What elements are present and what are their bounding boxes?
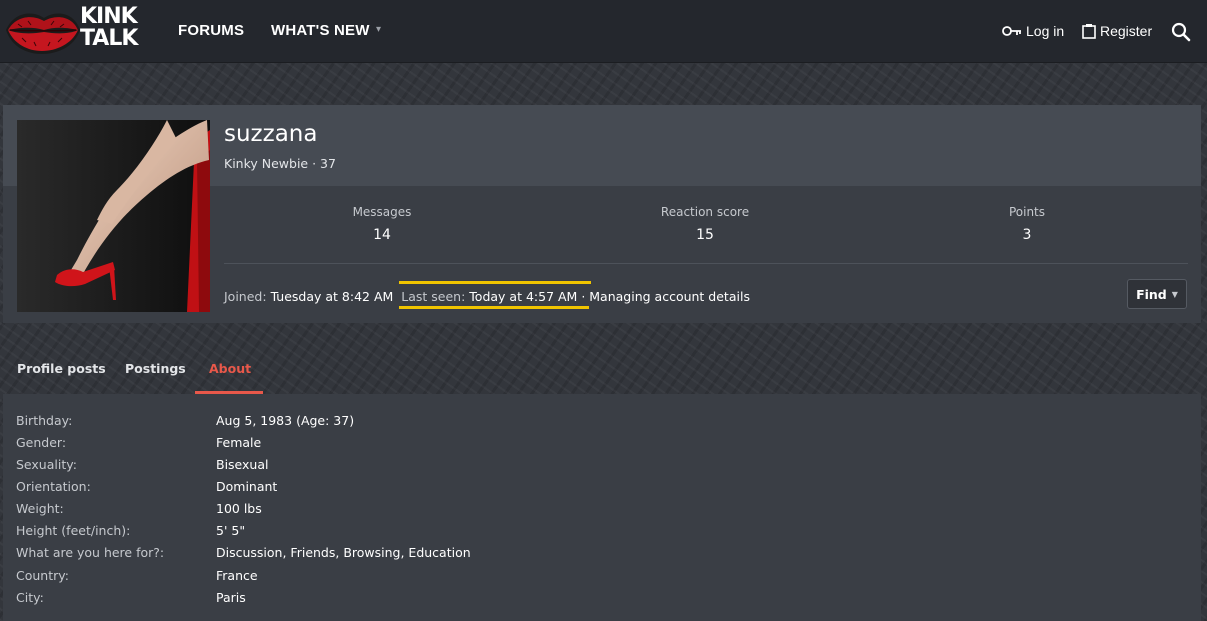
tab-postings[interactable]: Postings	[125, 361, 186, 376]
row-label: Gender:	[16, 435, 67, 450]
last-seen-label: Last seen:	[401, 289, 466, 304]
chevron-down-icon: ▼	[1171, 289, 1178, 299]
divider	[224, 263, 1188, 264]
last-seen-value: Today at 4:57 AM	[469, 289, 578, 304]
stat-label: Points	[1008, 205, 1046, 219]
search-icon[interactable]	[1171, 22, 1191, 42]
register-label: Register	[1100, 23, 1153, 39]
username: suzzana	[224, 121, 318, 147]
logo-wordmark: KINK TALK	[80, 4, 138, 51]
stat-value: 14	[373, 227, 391, 243]
login-label: Log in	[1026, 23, 1065, 39]
row-label: Height (feet/inch):	[16, 523, 131, 538]
tab-profile-posts[interactable]: Profile posts	[17, 361, 106, 376]
avatar[interactable]	[17, 120, 210, 312]
nav-forums[interactable]: FORUMS	[178, 22, 244, 39]
chevron-down-icon[interactable]: ▾	[376, 24, 381, 35]
highlight-underline-bottom	[399, 306, 589, 309]
register-link[interactable]: Register	[1082, 23, 1152, 39]
row-value: 100 lbs	[216, 501, 262, 516]
key-icon	[1002, 26, 1021, 36]
find-label: Find	[1136, 286, 1167, 302]
stat-label: Messages	[352, 205, 412, 219]
stat-value: 15	[696, 227, 714, 243]
stat-reaction-score[interactable]: Reaction score 15	[635, 205, 775, 243]
row-label: Weight:	[16, 501, 64, 516]
row-value: Female	[216, 435, 262, 450]
clipboard-icon	[1082, 24, 1096, 39]
stat-points[interactable]: Points 3	[957, 205, 1097, 243]
row-label: What are you here for?:	[16, 545, 165, 560]
find-button[interactable]: Find ▼	[1127, 279, 1187, 309]
tab-about[interactable]: About	[209, 361, 251, 376]
profile-card: suzzana Kinky Newbie · 37 Messages 14 Re…	[3, 105, 1201, 323]
activity-status: · Managing account details	[581, 289, 750, 304]
row-label: Sexuality:	[16, 457, 77, 472]
joined-last-seen-line: Joined: Tuesday at 8:42 AM Last seen: To…	[224, 289, 750, 304]
row-value: Bisexual	[216, 457, 269, 472]
stat-label: Reaction score	[660, 205, 750, 219]
login-link[interactable]: Log in	[1002, 23, 1064, 39]
top-navigation-bar: KINK TALK FORUMS WHAT'S NEW ▾ Log in Reg…	[0, 0, 1207, 63]
profile-tabs: Profile posts Postings About	[0, 344, 1207, 394]
stat-messages[interactable]: Messages 14	[312, 205, 452, 243]
highlight-underline-top	[399, 281, 591, 284]
row-label: Orientation:	[16, 479, 91, 494]
row-value: Paris	[216, 590, 246, 605]
joined-label: Joined:	[224, 289, 267, 304]
row-label: Country:	[16, 568, 69, 583]
about-panel: Birthday: Aug 5, 1983 (Age: 37) Gender: …	[3, 394, 1201, 621]
row-label: Birthday:	[16, 413, 73, 428]
row-value: Aug 5, 1983 (Age: 37)	[216, 413, 355, 428]
user-title: Kinky Newbie · 37	[224, 156, 336, 171]
row-value: Dominant	[216, 479, 278, 494]
row-value: France	[216, 568, 258, 583]
row-label: City:	[16, 590, 44, 605]
stat-value: 3	[1022, 227, 1032, 243]
row-value: Discussion, Friends, Browsing, Education	[216, 545, 471, 560]
joined-value: Tuesday at 8:42 AM	[270, 289, 394, 304]
row-value: 5' 5"	[216, 523, 246, 538]
nav-whats-new[interactable]: WHAT'S NEW	[271, 22, 370, 39]
